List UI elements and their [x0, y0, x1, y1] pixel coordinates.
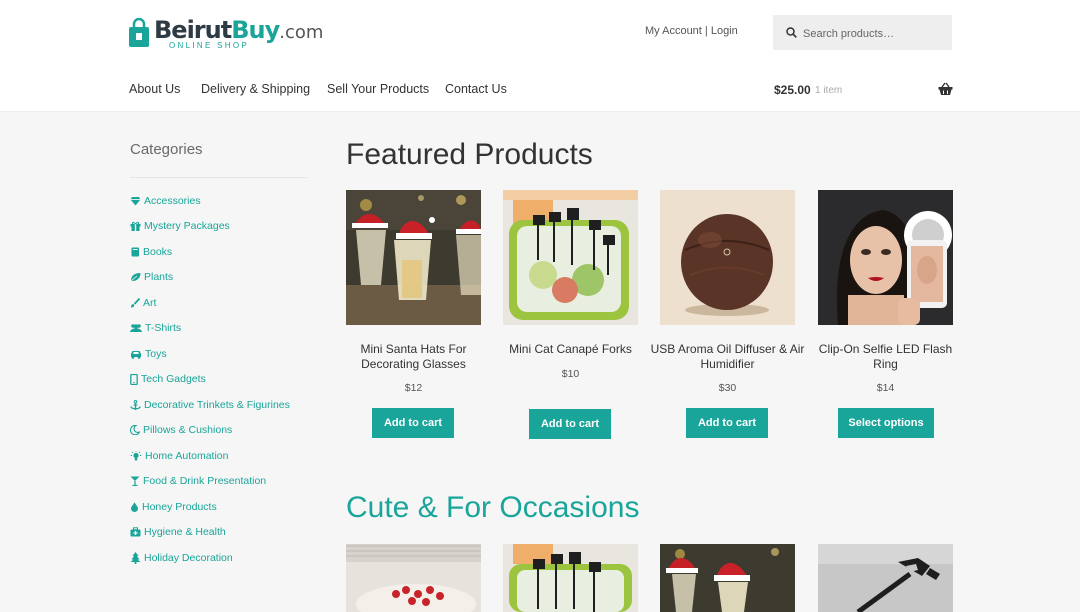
medkit-icon [130, 527, 141, 537]
category-holiday-decoration[interactable]: Holiday Decoration [130, 550, 233, 566]
category-tech-gadgets[interactable]: Tech Gadgets [130, 371, 206, 387]
category-label: Tech Gadgets [141, 373, 206, 385]
add-to-cart-button[interactable]: Add to cart [372, 408, 454, 438]
category-label: Holiday Decoration [144, 552, 233, 564]
product-image-strawberry-cake[interactable] [346, 544, 481, 612]
product-image-aroma-diffuser[interactable] [660, 190, 795, 325]
phone-icon [130, 373, 138, 385]
category-art[interactable]: Art [130, 295, 156, 311]
category-label: Hygiene & Health [144, 526, 226, 538]
product-name[interactable]: USB Aroma Oil Diffuser & Air Humidifier [650, 342, 805, 372]
search-input[interactable] [801, 15, 951, 52]
category-label: Home Automation [145, 450, 229, 462]
product-image-cat-forks[interactable] [503, 190, 638, 325]
category-food-drink[interactable]: Food & Drink Presentation [130, 473, 266, 489]
cart-item-count[interactable]: 1 item [815, 85, 842, 96]
nav-contact-us[interactable]: Contact Us [445, 82, 507, 96]
product-name[interactable]: Mini Santa Hats For Decorating Glasses [336, 342, 491, 372]
category-label: Mystery Packages [144, 220, 230, 232]
site-header: BeirutBuy.com ONLINE SHOP My Account | L… [0, 0, 1080, 112]
category-honey-products[interactable]: Honey Products [130, 499, 217, 515]
moon-icon [130, 425, 140, 435]
leaf-icon [130, 273, 141, 282]
car-icon [131, 351, 141, 359]
logo-tagline: ONLINE SHOP [169, 41, 249, 50]
category-label: Honey Products [142, 501, 217, 513]
product-price: $12 [404, 382, 423, 394]
product-name[interactable]: Clip-On Selfie LED Flash Ring [808, 342, 963, 372]
category-label: Accessories [144, 195, 201, 207]
categories-divider [130, 177, 307, 178]
category-label: Pillows & Cushions [143, 424, 233, 436]
book-icon [131, 247, 139, 257]
product-price: $10 [561, 368, 580, 380]
category-label: Art [143, 297, 157, 309]
nav-sell-products[interactable]: Sell Your Products [327, 82, 429, 96]
product-search [773, 15, 952, 52]
featured-products-heading: Featured Products [346, 138, 593, 171]
category-hygiene-health[interactable]: Hygiene & Health [130, 524, 226, 540]
cocktail-icon [130, 476, 140, 486]
product-image-cat-forks-2[interactable] [503, 544, 638, 612]
category-t-shirts[interactable]: T-Shirts [130, 320, 181, 336]
category-label: Food & Drink Presentation [143, 475, 267, 487]
category-label: Books [143, 246, 173, 258]
gift-icon [130, 221, 141, 231]
category-books[interactable]: Books [130, 244, 172, 260]
category-toys[interactable]: Toys [130, 346, 167, 362]
nav-delivery-shipping[interactable]: Delivery & Shipping [201, 82, 310, 96]
anchor-icon [130, 399, 141, 410]
site-logo[interactable]: BeirutBuy.com ONLINE SHOP [128, 14, 323, 54]
account-login-link[interactable]: My Account | Login [645, 25, 738, 37]
product-price: $30 [718, 382, 737, 394]
category-mystery-packages[interactable]: Mystery Packages [130, 218, 230, 234]
logo-wordmark: BeirutBuy.com [154, 16, 324, 44]
lightbulb-icon [130, 450, 142, 460]
product-image-santa-hats-2[interactable] [660, 544, 795, 612]
nav-about-us[interactable]: About Us [129, 82, 180, 96]
product-image-selfie-ring[interactable] [818, 190, 953, 325]
cute-occasions-heading: Cute & For Occasions [346, 491, 640, 524]
droplet-icon [131, 502, 138, 512]
diamond-icon [130, 197, 141, 206]
product-name[interactable]: Mini Cat Canapé Forks [493, 342, 648, 357]
category-label: Plants [144, 271, 174, 283]
shopping-bag-icon [129, 18, 149, 47]
category-label: Toys [145, 348, 167, 360]
paintbrush-icon [131, 298, 140, 308]
categories-heading: Categories [130, 141, 203, 158]
category-decorative-trinkets[interactable]: Decorative Trinkets & Figurines [130, 397, 290, 413]
category-label: T-Shirts [145, 322, 182, 334]
category-accessories[interactable]: Accessories [130, 193, 201, 209]
add-to-cart-button[interactable]: Add to cart [529, 409, 611, 439]
category-plants[interactable]: Plants [130, 269, 173, 285]
product-price: $14 [876, 382, 895, 394]
category-label: Decorative Trinkets & Figurines [144, 399, 290, 411]
select-options-button[interactable]: Select options [838, 408, 934, 438]
category-pillows-cushions[interactable]: Pillows & Cushions [130, 422, 232, 438]
users-icon [130, 324, 142, 332]
product-image-mini-shovel[interactable] [818, 544, 953, 612]
cart-total[interactable]: $25.00 [774, 83, 811, 97]
product-image-santa-hats[interactable] [346, 190, 481, 325]
add-to-cart-button[interactable]: Add to cart [686, 408, 768, 438]
category-home-automation[interactable]: Home Automation [130, 448, 228, 464]
basket-icon[interactable] [938, 82, 953, 96]
search-icon [786, 27, 797, 38]
tree-icon [130, 552, 141, 564]
